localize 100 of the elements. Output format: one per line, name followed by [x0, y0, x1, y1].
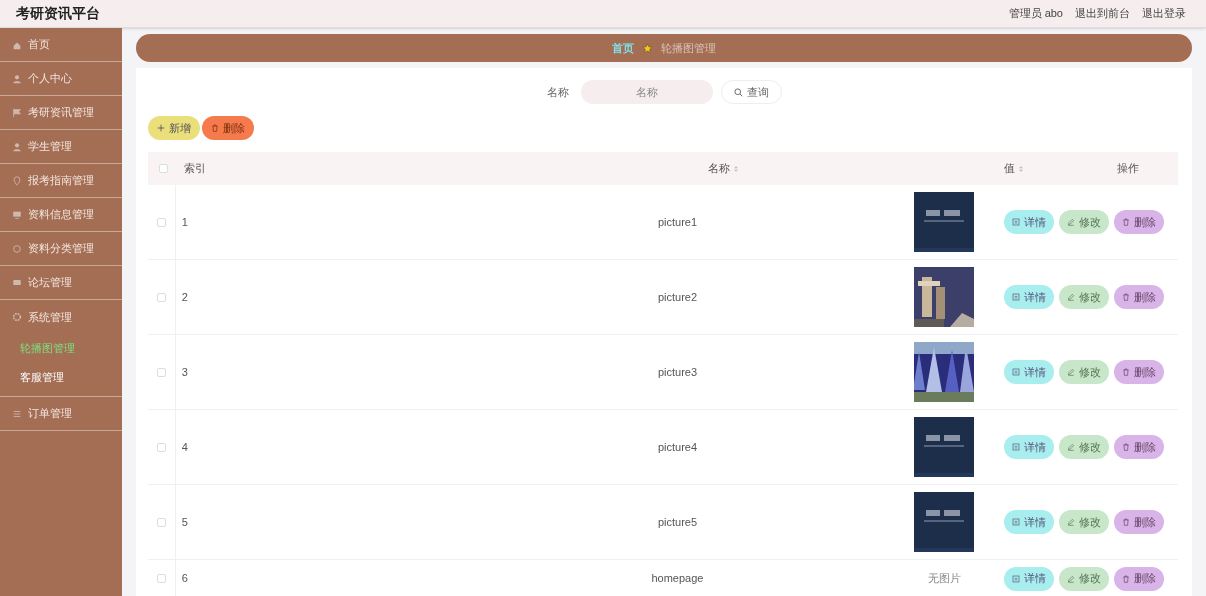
detail-button[interactable]: 详情 [1004, 510, 1054, 534]
table-cell-text: picture1 [657, 214, 698, 230]
sidebar-item[interactable]: 报考指南管理 [0, 164, 122, 198]
trash-icon [1122, 368, 1130, 376]
table-cell: 4 [181, 440, 188, 453]
breadcrumb-link[interactable]: 首页 [612, 39, 634, 57]
sidebar-label: 资料分类管理 [28, 241, 95, 257]
pen-icon [1067, 218, 1075, 226]
header-link[interactable]: 退出到前台 [1075, 5, 1130, 22]
table-cell: 2 [181, 290, 188, 303]
sort-icon[interactable] [1018, 165, 1023, 172]
table-cell-text: homepage [651, 571, 704, 587]
table-cell: 6 [181, 572, 188, 585]
user-icon [12, 141, 22, 152]
search-field[interactable]: 名称 [580, 80, 713, 104]
location-pin-icon [12, 175, 22, 186]
document-icon [1012, 218, 1020, 226]
detail-button[interactable]: 详情 [1004, 360, 1054, 384]
pen-icon [1067, 574, 1075, 583]
delete-button[interactable]: 删除 [202, 116, 254, 140]
sidebar-label: 资料信息管理 [28, 207, 95, 223]
sidebar-item[interactable]: 系统管理 [0, 300, 122, 334]
table-cell-text: picture5 [657, 514, 698, 530]
checkbox[interactable] [156, 217, 166, 227]
chat-icon [12, 277, 22, 288]
sidebar-item[interactable]: 论坛管理 [0, 266, 122, 300]
column-header[interactable]: 名称 [708, 160, 738, 177]
checkbox[interactable] [156, 517, 166, 527]
trash-icon [1122, 218, 1130, 226]
edit-button[interactable]: 修改 [1059, 285, 1109, 309]
add-button[interactable]: 新增 [148, 116, 200, 140]
sidebar-label: 订单管理 [28, 406, 73, 422]
delete-button[interactable]: 删除 [1114, 360, 1164, 384]
pen-icon [1067, 293, 1075, 301]
detail-button[interactable]: 详情 [1004, 285, 1054, 309]
table-cell: 1 [181, 215, 188, 228]
pen-icon [1067, 518, 1075, 526]
search-icon [733, 87, 743, 97]
delete-button[interactable]: 删除 [1114, 435, 1164, 459]
detail-button[interactable]: 详情 [1004, 566, 1054, 591]
checkbox[interactable] [156, 574, 166, 583]
document-icon [1012, 293, 1020, 301]
search-button[interactable]: 查询 [720, 80, 782, 104]
table-cell-text: 无图片 [927, 571, 961, 587]
trash-icon [1122, 443, 1130, 451]
list-icon [12, 408, 22, 419]
edit-button[interactable]: 修改 [1059, 360, 1109, 384]
sidebar-item[interactable]: 学生管理 [0, 130, 122, 164]
sidebar-label: 考研资讯管理 [28, 105, 95, 121]
delete-button[interactable]: 删除 [1114, 566, 1164, 591]
header-link[interactable]: 管理员 abo [1008, 5, 1063, 22]
detail-button[interactable]: 详情 [1004, 435, 1054, 459]
app-title: 考研资讯平台 [16, 4, 100, 23]
document-icon [1012, 518, 1020, 526]
circle-icon [12, 243, 22, 254]
sidebar-item[interactable]: 资料信息管理 [0, 198, 122, 232]
edit-button[interactable]: 修改 [1059, 510, 1109, 534]
sidebar-label: 报考指南管理 [28, 173, 95, 189]
delete-button[interactable]: 删除 [1114, 285, 1164, 309]
trash-icon [1122, 574, 1130, 583]
document-icon [1012, 443, 1020, 451]
flag-icon [12, 107, 22, 118]
submenu-item[interactable]: 轮播图管理 [0, 334, 122, 363]
plus-icon [157, 124, 165, 132]
checkbox[interactable] [156, 292, 166, 302]
delete-button[interactable]: 删除 [1114, 510, 1164, 534]
column-header[interactable]: 值 [1003, 160, 1023, 177]
trash-icon [211, 124, 219, 132]
sidebar-item[interactable]: 个人中心 [0, 62, 122, 96]
checkbox[interactable] [156, 442, 166, 452]
trash-icon [1122, 518, 1130, 526]
table-cell-text: picture3 [657, 364, 698, 380]
delete-button[interactable]: 删除 [1114, 210, 1164, 234]
sidebar-label: 学生管理 [28, 139, 73, 155]
detail-button[interactable]: 详情 [1004, 210, 1054, 234]
sidebar-item[interactable]: 订单管理 [0, 397, 122, 431]
edit-button[interactable]: 修改 [1059, 435, 1109, 459]
submenu-item[interactable]: 客服管理 [0, 363, 122, 392]
checkbox[interactable] [156, 367, 166, 377]
sidebar-item[interactable]: 首页 [0, 28, 122, 62]
sidebar-item[interactable]: 考研资讯管理 [0, 96, 122, 130]
breadcrumb-current: 轮播图管理 [661, 40, 716, 56]
sidebar-label: 首页 [28, 37, 51, 53]
header-link[interactable]: 退出登录 [1142, 5, 1186, 22]
sidebar-label: 系统管理 [28, 309, 73, 325]
search-label: 名称 [546, 84, 569, 100]
document-icon [1012, 574, 1020, 583]
sidebar-label: 个人中心 [28, 71, 73, 87]
pen-icon [1067, 368, 1075, 376]
edit-button[interactable]: 修改 [1059, 566, 1109, 591]
table-cell-text: picture4 [657, 439, 698, 455]
trash-icon [1122, 293, 1130, 301]
gear-icon [12, 312, 22, 322]
pen-icon [1067, 443, 1075, 451]
checkbox[interactable] [158, 164, 168, 173]
table-cell: 3 [181, 365, 188, 378]
sidebar-item[interactable]: 资料分类管理 [0, 232, 122, 266]
edit-button[interactable]: 修改 [1059, 210, 1109, 234]
table-cell-text: picture2 [657, 289, 698, 305]
monitor-icon [12, 209, 22, 220]
